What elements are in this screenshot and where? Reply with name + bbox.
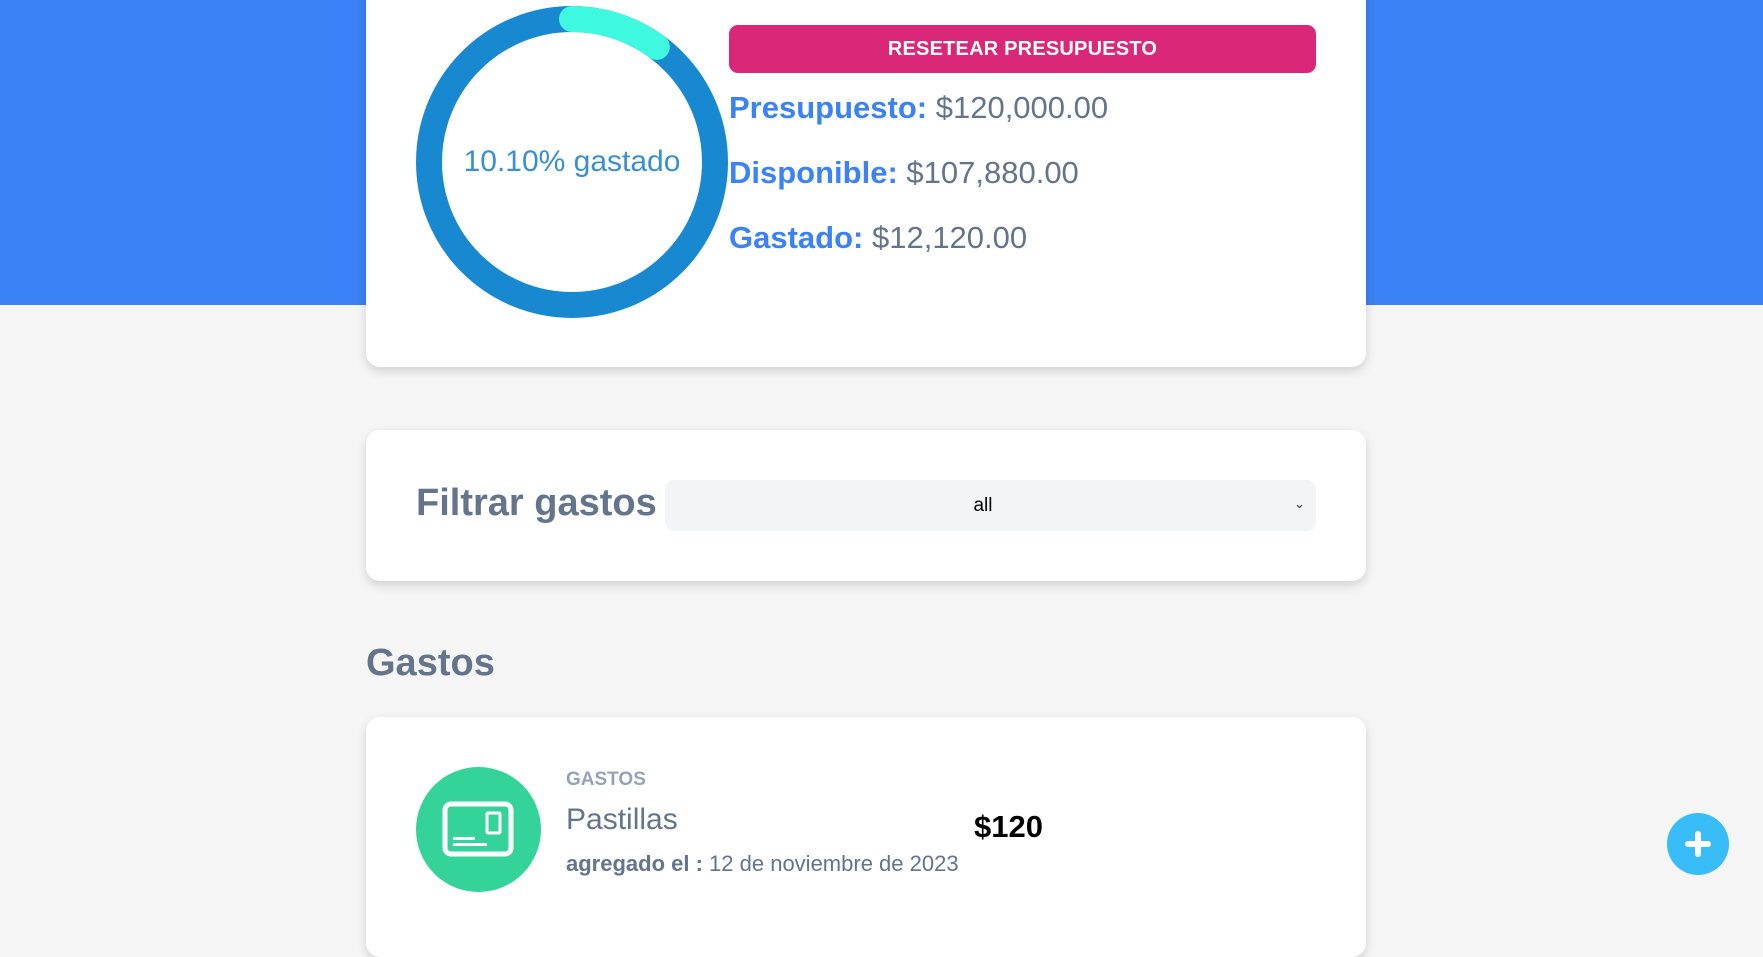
expense-date-row: agregado el : 12 de noviembre de 2023 [566,851,959,877]
category-filter-select[interactable]: all ⌄ [665,480,1316,531]
reset-budget-button[interactable]: RESETEAR PRESUPUESTO [729,25,1316,73]
expense-name: Pastillas [566,803,678,836]
plus-icon [1685,831,1711,857]
expense-date-value: 12 de noviembre de 2023 [709,851,959,876]
budget-available-label: Disponible: [729,155,898,190]
filter-card: Filtrar gastos all ⌄ [366,430,1366,581]
budget-progress-ring: 10.10% gastado [416,6,728,318]
filter-label: Filtrar gastos [416,482,657,524]
expense-card[interactable]: GASTOS Pastillas agregado el : 12 de nov… [366,717,1366,957]
budget-available-value: $107,880.00 [906,155,1079,190]
expense-date-label: agregado el : [566,851,703,876]
chevron-down-icon: ⌄ [1294,496,1305,511]
budget-total-row: Presupuesto: $120,000.00 [729,90,1108,126]
expense-amount: $120 [974,809,1043,844]
expenses-title: Gastos [366,642,495,684]
budget-card: 10.10% gastado RESETEAR PRESUPUESTO Pres… [366,0,1366,367]
add-expense-button[interactable] [1667,813,1729,875]
budget-spent-label: Gastado: [729,220,864,255]
progress-percentage-label: 10.10% gastado [463,145,681,178]
budget-total-value: $120,000.00 [935,90,1109,125]
card-icon-graphic [442,801,514,857]
budget-spent-value: $12,120.00 [871,220,1028,255]
budget-spent-row: Gastado: $12,120.00 [729,220,1027,256]
expense-card-icon [416,767,541,892]
expense-category: GASTOS [566,769,646,790]
budget-total-label: Presupuesto: [729,90,928,125]
filter-selected-value: all [973,495,993,516]
budget-available-row: Disponible: $107,880.00 [729,155,1079,191]
